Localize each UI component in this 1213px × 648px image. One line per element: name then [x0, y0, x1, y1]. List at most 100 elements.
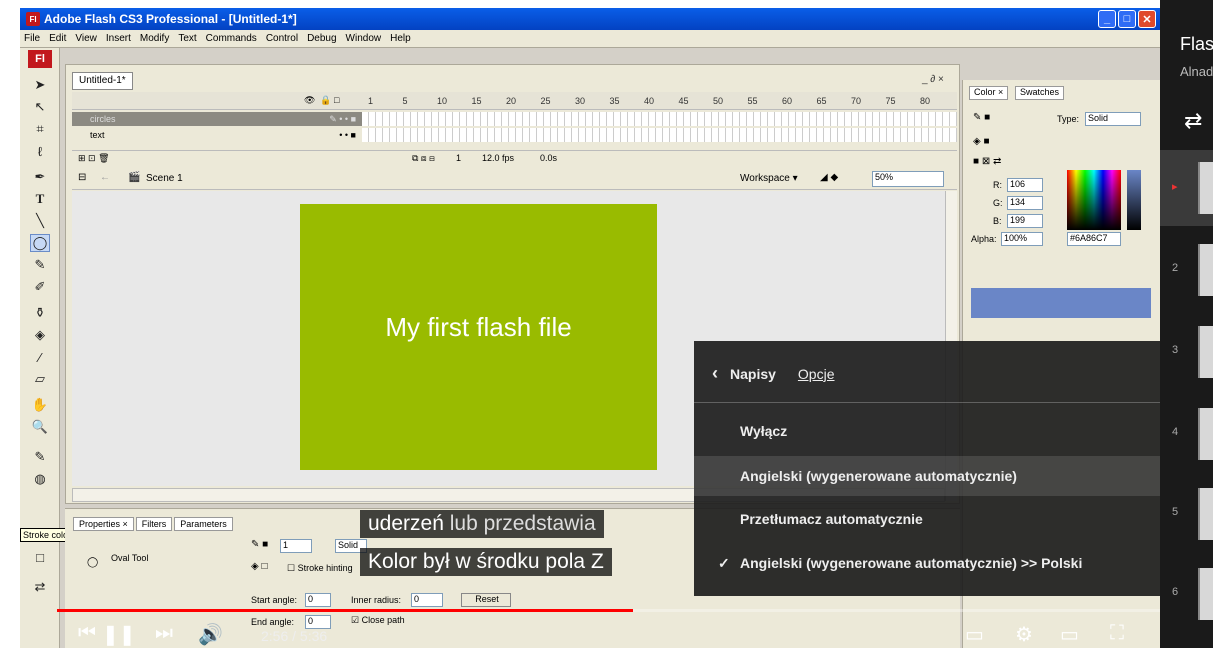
- layer-row-circles[interactable]: circles ✎ • • ■: [72, 112, 362, 126]
- fill-color-icon[interactable]: ◈ ■: [973, 136, 990, 147]
- maximize-button[interactable]: □: [1118, 10, 1136, 28]
- menu-modify[interactable]: Modify: [140, 33, 169, 44]
- red-field[interactable]: 106: [1007, 178, 1043, 192]
- tab-parameters[interactable]: Parameters: [174, 517, 233, 531]
- stroke-color-swatch-icon[interactable]: ✎ ■: [251, 539, 268, 550]
- text-tool-icon[interactable]: T: [30, 190, 50, 208]
- stroke-width-field[interactable]: 1: [280, 539, 312, 553]
- eye-icon[interactable]: 👁: [304, 95, 315, 106]
- menu-control[interactable]: Control: [266, 33, 298, 44]
- volume-icon[interactable]: 🔊: [198, 622, 223, 647]
- layer-row-text[interactable]: text • • ■: [72, 128, 362, 142]
- paint-bucket-tool-icon[interactable]: ◈: [30, 326, 50, 344]
- pencil-tool-icon[interactable]: ✎: [30, 256, 50, 274]
- stroke-color-icon[interactable]: ✎: [30, 448, 50, 466]
- option-auto-translate[interactable]: Przetłumacz automatycznie: [694, 499, 1160, 539]
- reset-button[interactable]: Reset: [461, 593, 511, 607]
- onion-skin-icon[interactable]: ⧉ ⧈ ⊟: [412, 153, 435, 164]
- lock-icon[interactable]: 🔒: [320, 95, 331, 106]
- free-transform-tool-icon[interactable]: ⌗: [30, 120, 50, 138]
- previous-icon[interactable]: ⏮: [78, 622, 96, 645]
- document-tab[interactable]: Untitled-1*: [72, 72, 133, 90]
- pause-icon[interactable]: ❚❚: [102, 622, 136, 647]
- menu-help[interactable]: Help: [390, 33, 411, 44]
- color-spectrum[interactable]: [1067, 170, 1121, 230]
- subselection-tool-icon[interactable]: ↖: [30, 98, 50, 116]
- tab-swatches[interactable]: Swatches: [1015, 86, 1065, 100]
- brush-tool-icon[interactable]: ✐: [30, 278, 50, 296]
- stage[interactable]: My first flash file: [300, 204, 657, 470]
- lasso-tool-icon[interactable]: ℓ: [30, 142, 50, 160]
- add-layer-icon[interactable]: ⊞ ⊡ 🗑: [78, 153, 110, 164]
- menu-text[interactable]: Text: [178, 33, 196, 44]
- blue-field[interactable]: 199: [1007, 214, 1043, 228]
- type-select[interactable]: Solid: [1085, 112, 1141, 126]
- fill-color-icon[interactable]: ◍: [30, 470, 50, 488]
- timeline-toggle-icon[interactable]: ⊟: [78, 172, 86, 183]
- brightness-slider[interactable]: [1127, 170, 1141, 230]
- alpha-field[interactable]: 100%: [1001, 232, 1043, 246]
- playlist-item[interactable]: 3: [1160, 314, 1213, 390]
- hand-tool-icon[interactable]: ✋: [30, 396, 50, 414]
- settings-gear-icon[interactable]: ⚙: [1015, 622, 1033, 647]
- frames-text[interactable]: [362, 128, 957, 142]
- zoom-tool-icon[interactable]: 🔍: [30, 418, 50, 436]
- back-chevron-icon[interactable]: ‹: [712, 363, 718, 384]
- playlist-item[interactable]: ▸: [1160, 150, 1213, 226]
- green-field[interactable]: 134: [1007, 196, 1043, 210]
- swap-colors-icon[interactable]: ■ ⊠ ⇄: [973, 156, 1001, 167]
- menu-commands[interactable]: Commands: [206, 33, 257, 44]
- edit-symbol-icon[interactable]: ◢ ◆: [820, 172, 838, 183]
- playlist-item[interactable]: 2: [1160, 232, 1213, 308]
- document-window-controls[interactable]: _ ∂ ×: [922, 74, 944, 85]
- subtitles-icon[interactable]: ▭: [965, 622, 984, 647]
- loop-icon[interactable]: ⇄: [1184, 108, 1202, 134]
- back-arrow-icon[interactable]: ←: [100, 172, 110, 183]
- outline-icon[interactable]: □: [334, 95, 339, 105]
- swap-colors-icon[interactable]: ⇄: [30, 578, 50, 596]
- oval-tool-icon[interactable]: ◯: [30, 234, 50, 252]
- playlist-item[interactable]: 5: [1160, 476, 1213, 552]
- end-angle-field[interactable]: 0: [305, 615, 331, 629]
- menu-debug[interactable]: Debug: [307, 33, 336, 44]
- next-icon[interactable]: ⏭: [155, 622, 173, 645]
- zoom-select[interactable]: 50%: [872, 171, 944, 187]
- playlist-item[interactable]: 4: [1160, 396, 1213, 472]
- menu-view[interactable]: View: [75, 33, 97, 44]
- playlist-item[interactable]: 6: [1160, 556, 1213, 632]
- option-english-auto[interactable]: Angielski (wygenerowane automatycznie): [694, 456, 1160, 496]
- close-path-checkbox[interactable]: ☑ Close path: [351, 615, 405, 626]
- minimize-button[interactable]: _: [1098, 10, 1116, 28]
- fill-color-swatch-icon[interactable]: ◈ □: [251, 561, 268, 572]
- menu-insert[interactable]: Insert: [106, 33, 131, 44]
- option-off[interactable]: Wyłącz: [694, 411, 1160, 451]
- stroke-hinting-checkbox[interactable]: ☐ Stroke hinting: [287, 563, 353, 574]
- start-angle-field[interactable]: 0: [305, 593, 331, 607]
- close-button[interactable]: ✕: [1138, 10, 1156, 28]
- option-english-to-polish[interactable]: ✓ Angielski (wygenerowane automatycznie)…: [694, 543, 1160, 583]
- ink-bottle-tool-icon[interactable]: ⚱: [30, 304, 50, 322]
- menu-file[interactable]: File: [24, 33, 40, 44]
- pen-tool-icon[interactable]: ✒: [30, 168, 50, 186]
- options-link[interactable]: Opcje: [798, 366, 835, 382]
- inner-radius-field[interactable]: 0: [411, 593, 443, 607]
- subtitles-title[interactable]: Napisy: [730, 366, 776, 382]
- playlist-index: 5: [1172, 506, 1179, 518]
- frames-circles[interactable]: [362, 112, 957, 126]
- menu-window[interactable]: Window: [346, 33, 382, 44]
- theater-mode-icon[interactable]: ▭: [1060, 622, 1079, 647]
- tab-color[interactable]: Color ×: [969, 86, 1009, 100]
- eraser-tool-icon[interactable]: ▱: [30, 370, 50, 388]
- eyedropper-tool-icon[interactable]: ⁄: [30, 348, 50, 366]
- stroke-color-icon[interactable]: ✎ ■: [973, 112, 990, 123]
- selection-tool-icon[interactable]: ➤: [30, 76, 50, 94]
- video-player[interactable]: Fl Adobe Flash CS3 Professional - [Untit…: [20, 8, 1160, 648]
- tab-filters[interactable]: Filters: [135, 517, 173, 531]
- workspace-menu[interactable]: Workspace ▾: [740, 173, 798, 184]
- tab-properties[interactable]: Properties ×: [73, 517, 134, 531]
- fullscreen-icon[interactable]: ⛶: [1110, 622, 1124, 645]
- line-tool-icon[interactable]: ╲: [30, 212, 50, 230]
- hex-field[interactable]: #6A86C7: [1067, 232, 1121, 246]
- menu-edit[interactable]: Edit: [49, 33, 66, 44]
- stroke-swatch-icon[interactable]: □: [30, 548, 50, 566]
